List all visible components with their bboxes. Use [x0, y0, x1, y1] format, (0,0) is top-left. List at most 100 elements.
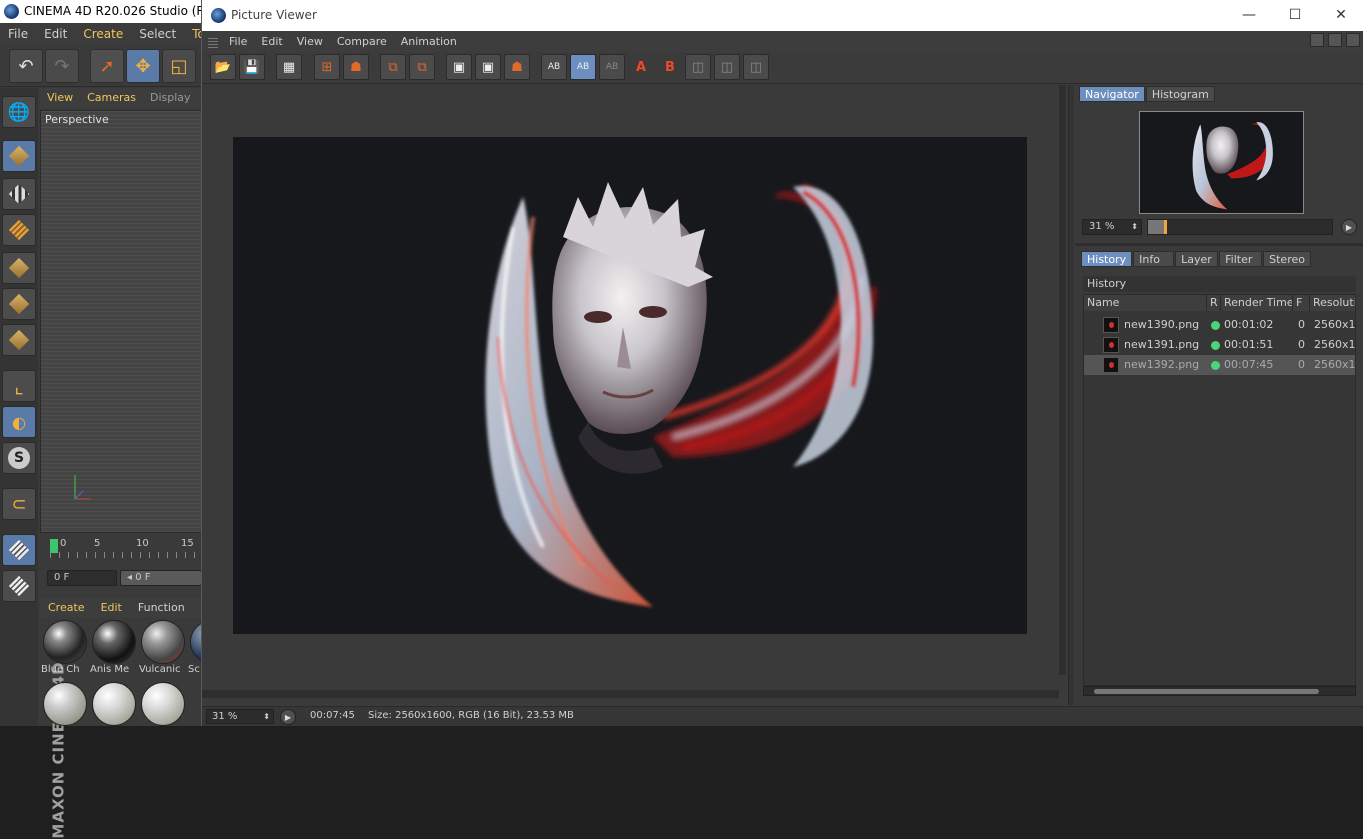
locked-workplane-button[interactable] — [2, 534, 36, 566]
material-menu-function[interactable]: Function — [130, 598, 193, 618]
scale-tool-button[interactable]: ◱ — [162, 49, 196, 83]
texture-mode-button[interactable] — [2, 178, 36, 210]
model-mode-button[interactable] — [2, 140, 36, 172]
viewport-menu-display[interactable]: Display — [143, 88, 198, 108]
navigator-zoom-field[interactable]: 31 % ⬍ — [1082, 219, 1142, 235]
material-menu-create[interactable]: Create — [40, 598, 93, 618]
timeline-cursor[interactable] — [50, 539, 58, 553]
workplane-mode-button[interactable] — [2, 214, 36, 246]
tab-histogram[interactable]: Histogram — [1145, 86, 1215, 102]
navigator-zoom-slider[interactable] — [1147, 219, 1333, 235]
stereo-1-button[interactable]: ◫ — [685, 54, 711, 80]
snap-button[interactable]: S — [2, 442, 36, 474]
render-region-button[interactable]: ⊞ — [314, 54, 340, 80]
edges-mode-button[interactable] — [2, 288, 36, 320]
viewport-menu-view[interactable]: View — [40, 88, 80, 108]
polygons-mode-button[interactable] — [2, 324, 36, 356]
current-frame-field[interactable]: 0 F — [47, 570, 117, 586]
tab-layer[interactable]: Layer — [1175, 251, 1219, 267]
zoom-play-button[interactable]: ▶ — [280, 709, 296, 725]
zoom-slider-knob[interactable] — [1164, 220, 1167, 234]
planar-workplane-button[interactable] — [2, 570, 36, 602]
timeline-ruler[interactable]: 0 5 10 15 — [40, 536, 202, 562]
history-row-selected[interactable]: new1392.png 00:07:45 0 2560x1600 — [1084, 355, 1355, 375]
material-swatch[interactable]: Anis Me — [90, 620, 138, 678]
material-menu-edit[interactable]: Edit — [93, 598, 130, 618]
compare-ab-button[interactable]: AB — [541, 54, 567, 80]
layout-move-icon[interactable] — [1346, 33, 1360, 47]
column-header-name[interactable]: Name — [1084, 295, 1207, 311]
material-swatch[interactable]: Sc — [188, 620, 202, 678]
c4d-menu-file[interactable]: File — [0, 23, 36, 45]
tab-info[interactable]: Info — [1133, 251, 1175, 267]
select-tool-button[interactable]: ➚ — [90, 49, 124, 83]
navigator-zoom-play-button[interactable]: ▶ — [1341, 219, 1357, 235]
history-row[interactable]: new1390.png 00:01:02 0 2560x1600 — [1084, 315, 1355, 335]
view-overlay-button[interactable]: ▣ — [475, 54, 501, 80]
close-button[interactable]: ✕ — [1318, 0, 1363, 31]
start-frame-field[interactable]: ◂ 0 F — [120, 570, 202, 586]
history-row[interactable]: new1391.png 00:01:51 0 2560x1600 — [1084, 335, 1355, 355]
viewport-menu-cameras[interactable]: Cameras — [80, 88, 143, 108]
tab-history[interactable]: History — [1081, 251, 1133, 267]
minimize-button[interactable]: — — [1226, 0, 1272, 31]
pv-menu-view[interactable]: View — [290, 31, 330, 52]
history-table: Name R Render Time F Resolution new1390.… — [1083, 294, 1356, 686]
stereo-2-button[interactable]: ◫ — [714, 54, 740, 80]
material-swatch[interactable]: Blue Ch — [41, 620, 89, 678]
points-mode-button[interactable] — [2, 252, 36, 284]
pv-menu-file[interactable]: File — [222, 31, 254, 52]
material-swatch[interactable] — [139, 682, 187, 740]
compare-diff-button[interactable]: AB — [599, 54, 625, 80]
view-3d-button[interactable]: ☗ — [504, 54, 530, 80]
c4d-menu-select[interactable]: Select — [131, 23, 184, 45]
workplane-button[interactable]: 🌐 — [2, 96, 36, 128]
set-b-icon: B — [665, 59, 675, 75]
image-canvas[interactable] — [202, 85, 1066, 690]
set-b-button[interactable]: B — [657, 54, 683, 80]
panel-divider[interactable] — [1068, 85, 1074, 705]
column-header-resolution[interactable]: Resolution — [1310, 295, 1355, 311]
tab-navigator[interactable]: Navigator — [1079, 86, 1145, 102]
undo-button[interactable]: ↶ — [9, 49, 43, 83]
maximize-button[interactable]: ☐ — [1272, 0, 1318, 31]
material-swatch[interactable]: Vulcanic — [139, 620, 187, 678]
render-view-button[interactable]: ☗ — [343, 54, 369, 80]
save-button[interactable]: 💾 — [239, 54, 265, 80]
redo-button[interactable]: ↷ — [45, 49, 79, 83]
crop-button[interactable]: ▦ — [276, 54, 302, 80]
tweak-mode-button[interactable]: ◐ — [2, 406, 36, 438]
set-a-button[interactable]: A — [628, 54, 654, 80]
column-header-render-time[interactable]: Render Time — [1221, 295, 1293, 311]
tab-stereo[interactable]: Stereo — [1263, 251, 1311, 267]
c4d-menu-create[interactable]: Create — [75, 23, 131, 45]
tab-filter[interactable]: Filter — [1219, 251, 1263, 267]
c4d-menu-edit[interactable]: Edit — [36, 23, 75, 45]
stereo-3-button[interactable]: ◫ — [743, 54, 769, 80]
open-button[interactable]: 📂 — [210, 54, 236, 80]
axis-mode-button[interactable]: ⌞ — [2, 370, 36, 402]
scrollbar-thumb[interactable] — [1094, 689, 1319, 694]
horizontal-scrollbar[interactable] — [202, 690, 1059, 698]
layout-panel-icon[interactable] — [1310, 33, 1324, 47]
zoom-field[interactable]: 31 % ⬍ — [206, 709, 274, 724]
material-swatch[interactable] — [90, 682, 138, 740]
delete-button[interactable]: ⧉ — [380, 54, 406, 80]
perspective-viewport[interactable]: Perspective — [40, 110, 202, 533]
pv-menu-animation[interactable]: Animation — [394, 31, 464, 52]
layout-grid-icon[interactable] — [1328, 33, 1342, 47]
move-tool-button[interactable]: ✥ — [126, 49, 160, 83]
delete-all-button[interactable]: ⧉ — [409, 54, 435, 80]
pv-menu-compare[interactable]: Compare — [330, 31, 394, 52]
navigator-thumbnail[interactable] — [1139, 111, 1304, 214]
vertical-scrollbar[interactable] — [1059, 85, 1066, 675]
pv-menu-edit[interactable]: Edit — [254, 31, 289, 52]
material-swatch[interactable] — [41, 682, 89, 740]
column-header-r[interactable]: R — [1207, 295, 1221, 311]
view-single-button[interactable]: ▣ — [446, 54, 472, 80]
compare-split-button[interactable]: AB — [570, 54, 596, 80]
column-header-frame[interactable]: F — [1293, 295, 1310, 311]
history-horizontal-scrollbar[interactable] — [1083, 686, 1356, 696]
magnet-button[interactable]: ⊂ — [2, 488, 36, 520]
cinema4d-logo-icon — [4, 4, 19, 19]
